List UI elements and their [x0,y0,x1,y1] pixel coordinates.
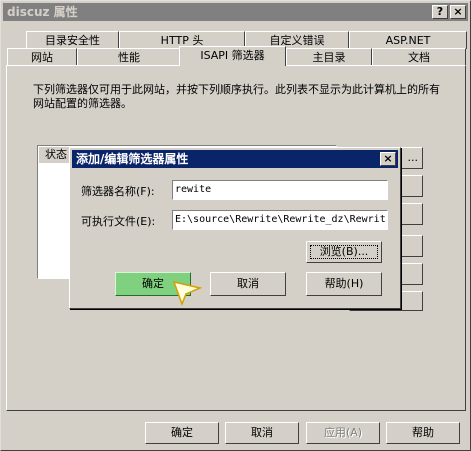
window-title: discuz 属性 [7,5,78,19]
filter-name-input[interactable]: rewite [172,180,388,200]
filter-name-label: 筛选器名称(F): [81,185,155,198]
footer-ok-button[interactable]: 确定 [145,422,219,444]
dialog-cancel-button[interactable]: 取消 [210,272,286,296]
dialog-close-button[interactable]: × [380,152,396,166]
footer-help-button[interactable]: 帮助 [386,422,460,444]
browse-label: 浏览(B)... [319,245,369,258]
footer-apply-button[interactable]: 应用(A) [306,422,380,444]
help-title-button[interactable]: ? [432,5,448,19]
window-titlebar[interactable]: discuz 属性 ? × [3,3,468,21]
dialog-help-button[interactable]: 帮助(H) [306,272,382,296]
dialog-titlebar[interactable]: 添加/编辑筛选器属性 × [72,150,398,168]
footer-cancel-button[interactable]: 取消 [225,422,299,444]
tab-performance[interactable]: 性能 [77,48,181,66]
tab-aspnet[interactable]: ASP.NET [349,31,467,49]
tab-directory-security[interactable]: 目录安全性 [26,31,119,49]
close-title-button[interactable]: × [450,5,466,19]
tab-home-directory[interactable]: 主目录 [286,48,372,66]
properties-window: discuz 属性 ? × 目录安全性 HTTP 头 自定义错误 ASP.NET… [0,0,471,451]
list-header-status: 状态 [39,147,73,163]
add-edit-filter-dialog: 添加/编辑筛选器属性 × 筛选器名称(F): rewite 可执行文件(E): … [69,147,401,309]
mouse-cursor-icon [172,280,203,307]
executable-input[interactable]: E:\source\Rewrite\Rewrite_dz\Rewrit [172,210,388,230]
filters-description: 下列筛选器仅可用于此网站，并按下列顺序执行。此列表不显示为此计算机上的所有网站配… [33,83,440,110]
dialog-title: 添加/编辑筛选器属性 [76,152,189,166]
browse-button[interactable]: 浏览(B)... [306,241,382,263]
executable-label: 可执行文件(E): [81,215,156,228]
tab-website[interactable]: 网站 [7,48,77,66]
tab-documents[interactable]: 文档 [372,48,466,66]
tab-isapi-filters[interactable]: ISAPI 筛选器 [179,46,286,66]
